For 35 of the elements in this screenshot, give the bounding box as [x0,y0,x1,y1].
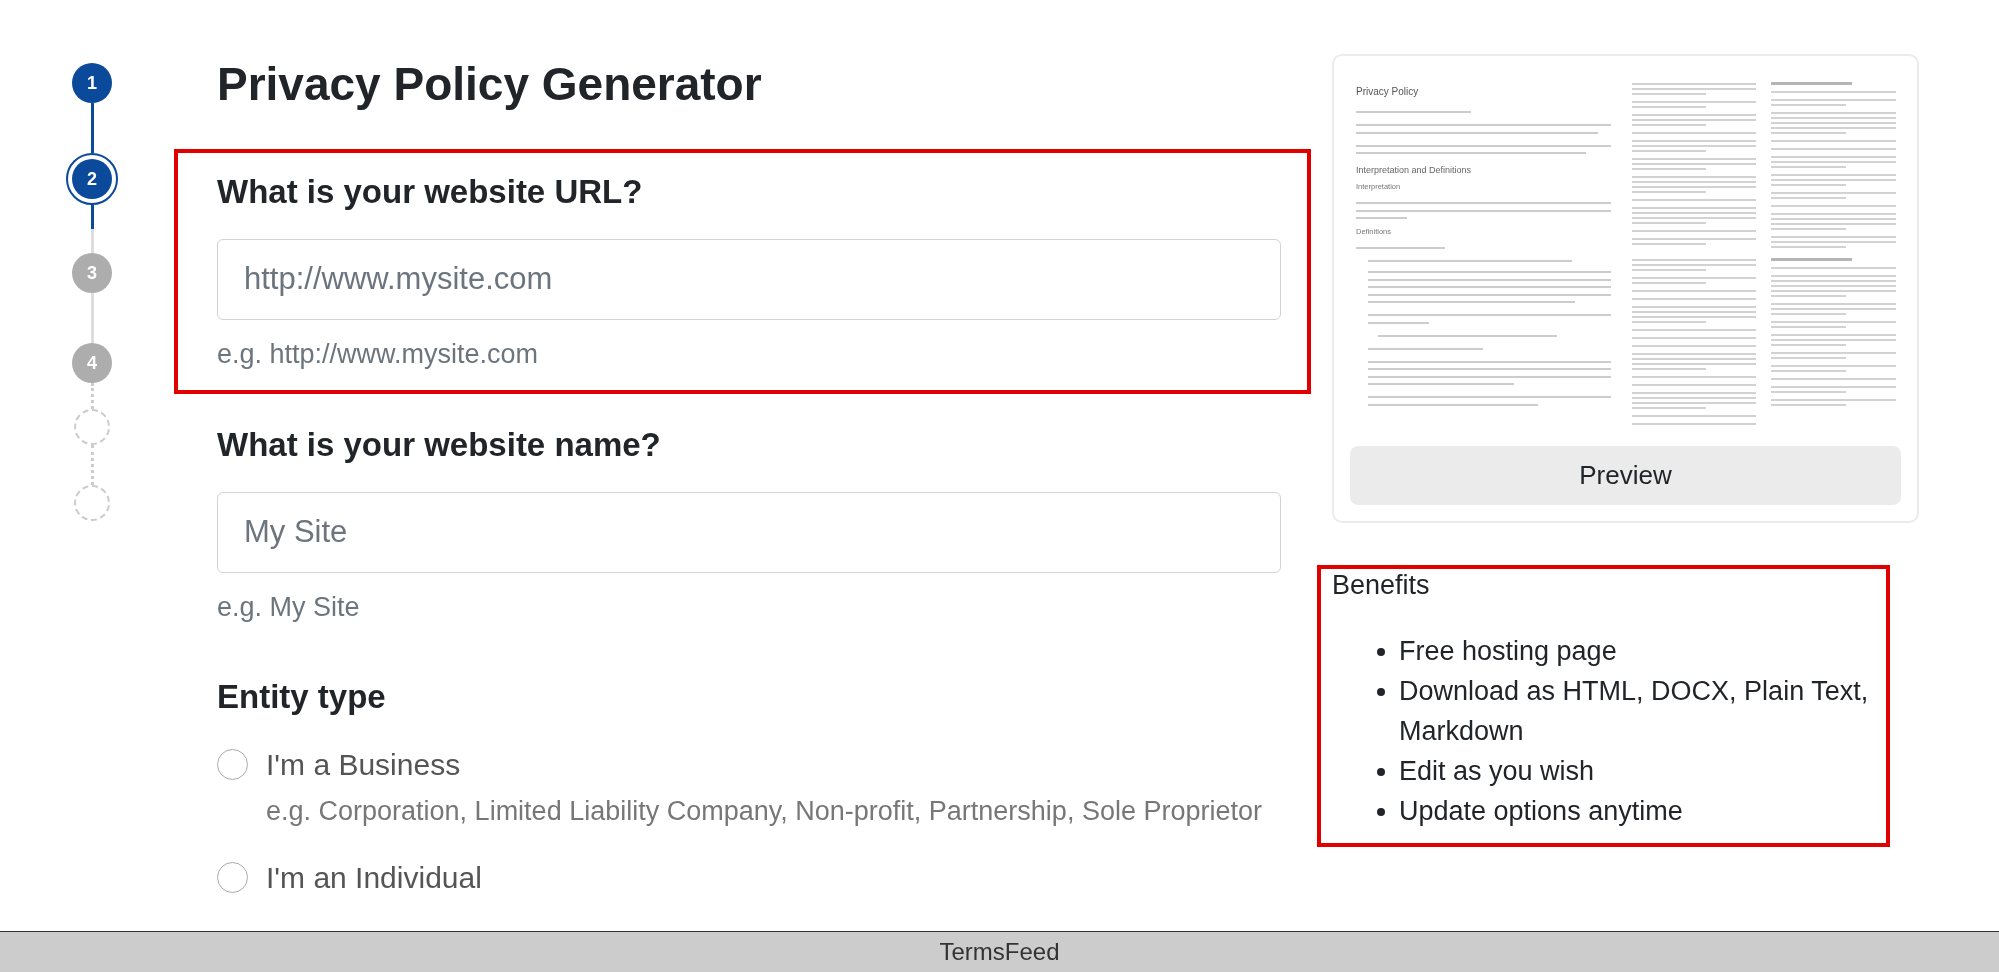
step-connector [90,293,94,343]
step-connector [90,205,94,253]
option-label[interactable]: I'm an Individual [266,855,482,901]
section-heading: Entity type [217,677,386,717]
document-title: Privacy Policy [1356,86,1419,98]
step-connector [90,445,94,485]
benefit-item: Update options anytime [1399,795,1684,829]
radio-button[interactable] [217,748,248,780]
benefit-item: Edit as you wish [1399,755,1596,789]
bullet-icon [1377,688,1385,697]
field-hint: e.g. My Site [217,590,360,624]
input-field[interactable]: http://www.mysite.com [217,238,1281,320]
question-heading: What is your website name? [217,425,661,465]
bullet-icon [1377,768,1385,777]
footer-label: TermsFeed [939,938,1060,966]
benefit-item: Download as HTML, DOCX, Plain Text, Markdown [1399,675,1869,749]
document-heading: Interpretation and Definitions [1356,165,1472,176]
question-heading: What is your website URL? [217,172,643,212]
step-connector [90,383,94,409]
benefit-item: Free hosting page [1399,635,1618,669]
step-indicator[interactable]: 1 [72,63,112,103]
preview-button[interactable]: Preview [1350,446,1901,505]
step-connector [90,103,94,153]
step-indicator: 3 [72,253,112,293]
radio-button[interactable] [217,862,248,894]
input-field[interactable]: My Site [217,491,1281,573]
field-hint: e.g. http://www.mysite.com [217,337,539,371]
benefits-heading: Benefits [1332,569,1430,602]
bullet-icon [1377,808,1385,817]
step-indicator: 4 [72,343,112,383]
option-label[interactable]: I'm a Business [266,741,461,787]
option-hint: e.g. Corporation, Limited Liability Company, Non-profit, Partnership, Sole Proprietor [266,794,1262,828]
page-title: Privacy Policy Generator [217,57,762,112]
step-indicator[interactable]: 2 [66,153,118,205]
bullet-icon [1377,648,1385,657]
